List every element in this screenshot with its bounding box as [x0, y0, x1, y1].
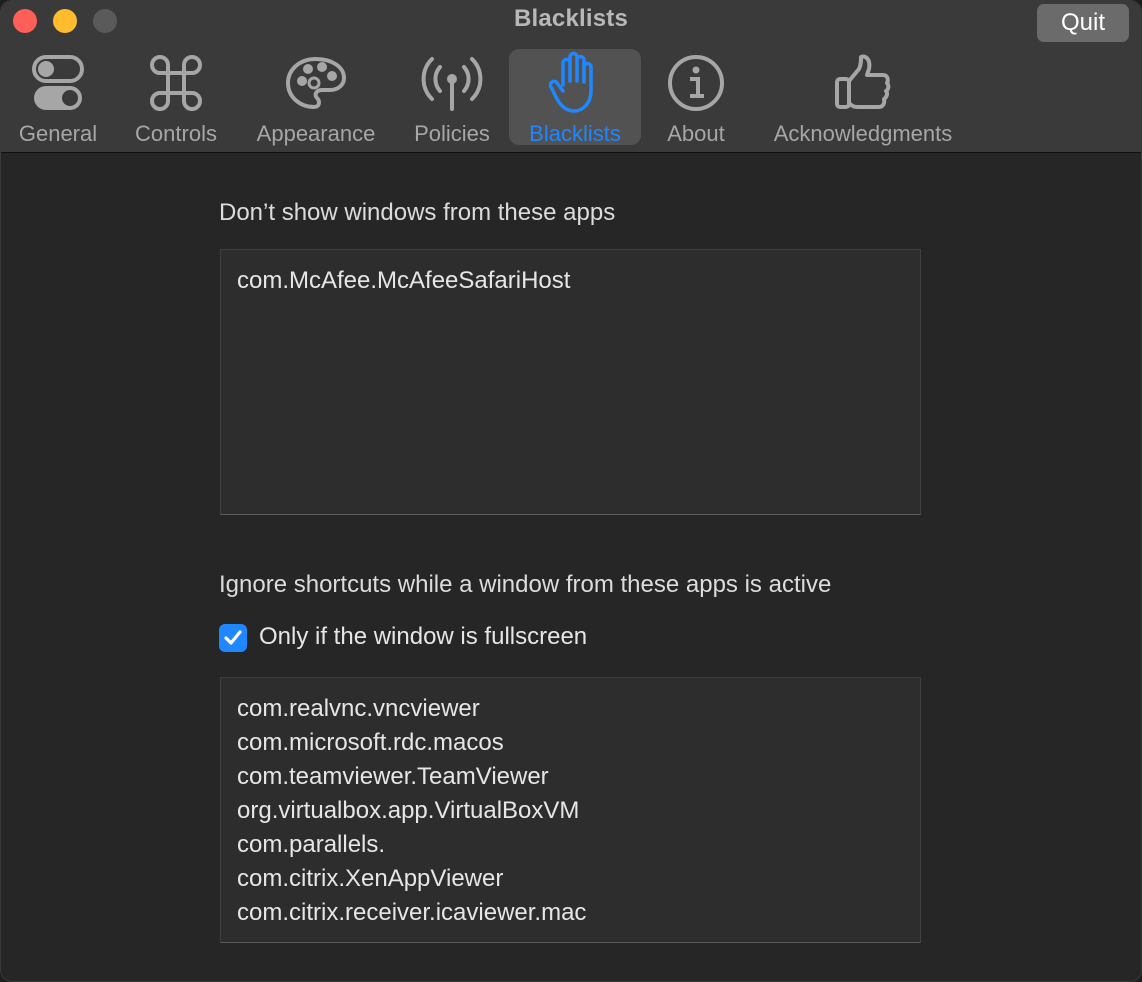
preferences-window: Blacklists Quit General Controls Appeara… — [0, 0, 1142, 982]
toggles-icon — [32, 55, 84, 110]
tab-blacklists-label: Blacklists — [529, 121, 621, 146]
palette-icon — [285, 56, 347, 110]
list-item: com.citrix.XenAppViewer — [237, 865, 504, 892]
list-item: com.realvnc.vncviewer — [237, 695, 480, 722]
toolbar: Blacklists Quit General Controls Appeara… — [1, 1, 1141, 153]
tab-policies-label: Policies — [414, 121, 490, 146]
ignore-shortcuts-apps-textarea[interactable]: com.realvnc.vncviewer com.microsoft.rdc.… — [220, 677, 921, 943]
tab-blacklists[interactable]: Blacklists — [509, 49, 641, 146]
info-icon — [668, 55, 724, 111]
tab-acknowledgments[interactable]: Acknowledgments — [763, 47, 963, 147]
tab-acknowledgments-label: Acknowledgments — [773, 121, 953, 146]
fullscreen-only-checkbox[interactable] — [219, 624, 247, 652]
tab-appearance-label: Appearance — [256, 121, 376, 146]
blacklists-pane: Don’t show windows from these apps com.M… — [1, 153, 1141, 981]
list-item: org.virtualbox.app.VirtualBoxVM — [237, 797, 580, 824]
list-item: com.teamviewer.TeamViewer — [237, 763, 549, 790]
thumbs-up-icon — [835, 54, 891, 109]
list-item: com.citrix.receiver.icaviewer.mac — [237, 899, 587, 926]
tab-general-label: General — [18, 121, 98, 146]
tab-about[interactable]: About — [653, 47, 739, 147]
tab-about-label: About — [667, 121, 725, 146]
ignore-shortcuts-label: Ignore shortcuts while a window from the… — [219, 571, 832, 598]
tab-policies[interactable]: Policies — [403, 47, 501, 147]
tab-controls-label: Controls — [135, 121, 217, 146]
list-item: com.parallels. — [237, 831, 386, 858]
tab-appearance[interactable]: Appearance — [245, 47, 387, 147]
antenna-icon — [421, 57, 483, 111]
checkmark-icon — [224, 630, 242, 645]
fullscreen-only-label: Only if the window is fullscreen — [259, 623, 588, 650]
list-item: com.microsoft.rdc.macos — [237, 729, 504, 756]
hide-windows-label: Don’t show windows from these apps — [219, 199, 616, 226]
window-title: Blacklists — [513, 5, 629, 32]
hide-windows-apps-textarea[interactable]: com.McAfee.McAfeeSafariHost — [220, 249, 921, 515]
command-key-icon — [150, 55, 202, 111]
list-item: com.McAfee.McAfeeSafariHost — [237, 267, 571, 294]
tab-controls[interactable]: Controls — [125, 47, 227, 147]
tab-general[interactable]: General — [7, 47, 109, 147]
hand-raised-icon — [548, 51, 593, 113]
quit-button[interactable]: Quit — [1037, 4, 1129, 42]
